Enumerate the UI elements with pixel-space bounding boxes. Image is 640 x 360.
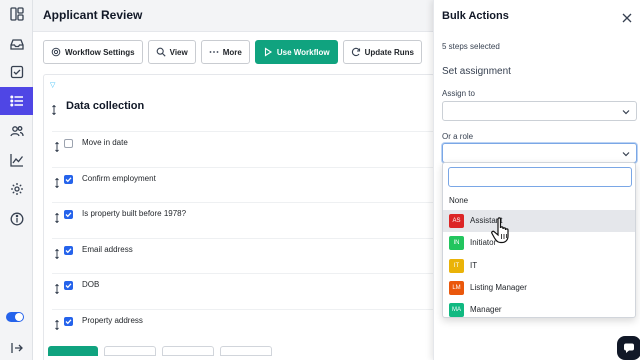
role-search-input[interactable] — [448, 167, 632, 187]
workflow-settings-label: Workflow Settings — [65, 47, 135, 57]
role-badge: MA — [449, 303, 464, 317]
chevron-down-icon — [622, 110, 630, 115]
role-option-none[interactable]: None — [449, 196, 468, 205]
view-label: View — [169, 47, 188, 57]
check-icon — [65, 177, 72, 183]
step-label: DOB — [82, 280, 100, 289]
role-dropdown-menu: None AS Assistant IN Initiator IT IT LM Listing… — [442, 162, 636, 318]
drag-handle-icon[interactable] — [54, 317, 60, 331]
step-row[interactable]: Email address — [52, 238, 435, 262]
panel-title: Bulk Actions — [442, 10, 509, 22]
step-row[interactable]: Confirm employment — [52, 167, 435, 191]
workflow-settings-button[interactable]: Workflow Settings — [43, 40, 143, 64]
role-select[interactable] — [442, 143, 637, 163]
bottom-button-3[interactable] — [162, 346, 214, 356]
step-checkbox[interactable] — [64, 317, 73, 326]
role-name: Listing Manager — [470, 283, 527, 292]
role-option[interactable]: IN Initiator — [443, 232, 635, 254]
bottom-button-4[interactable] — [220, 346, 272, 356]
check-icon — [65, 283, 72, 289]
role-badge: IN — [449, 236, 464, 250]
close-icon[interactable] — [622, 10, 632, 23]
workflow-toolbar: Workflow Settings View More Use Workflow… — [43, 40, 422, 66]
assign-to-select[interactable] — [442, 101, 637, 121]
role-badge: LM — [449, 281, 464, 295]
section-header: Data collection — [47, 96, 435, 118]
settings-gear-icon[interactable] — [0, 175, 33, 203]
page-header: Applicant Review — [33, 0, 433, 32]
collapse-caret-icon[interactable]: ▽ — [50, 81, 55, 89]
view-button[interactable]: View — [147, 40, 196, 64]
step-checkbox[interactable] — [64, 210, 73, 219]
more-label: More — [222, 47, 242, 57]
bottom-button-2[interactable] — [104, 346, 156, 356]
chat-icon — [624, 343, 634, 353]
drag-handle-icon[interactable] — [51, 102, 57, 116]
set-assignment-heading: Set assignment — [442, 66, 511, 77]
step-label: Property address — [82, 316, 143, 325]
check-icon — [65, 319, 72, 325]
drag-handle-icon[interactable] — [54, 175, 60, 189]
step-label: Move in date — [82, 138, 128, 147]
info-icon[interactable] — [0, 205, 33, 233]
drag-handle-icon[interactable] — [54, 246, 60, 260]
update-runs-button[interactable]: Update Runs — [342, 40, 422, 64]
step-row[interactable]: Move in date — [52, 131, 435, 155]
step-label: Is property built before 1978? — [82, 209, 187, 218]
chat-support-button[interactable] — [617, 336, 640, 360]
add-step-button[interactable] — [48, 346, 98, 356]
step-checkbox[interactable] — [64, 139, 73, 148]
more-button[interactable]: More — [200, 40, 250, 64]
update-runs-label: Update Runs — [364, 47, 414, 57]
check-icon — [65, 212, 72, 218]
assign-to-label: Assign to — [442, 89, 475, 98]
step-checkbox[interactable] — [64, 246, 73, 255]
role-name: IT — [470, 261, 478, 270]
use-workflow-button[interactable]: Use Workflow — [254, 40, 338, 64]
step-label: Email address — [82, 245, 133, 254]
step-row[interactable]: Property address — [52, 309, 435, 333]
users-icon[interactable] — [0, 117, 33, 145]
step-checkbox[interactable] — [64, 175, 73, 184]
bottom-toolbar — [48, 346, 272, 356]
inbox-icon[interactable] — [0, 30, 33, 58]
analytics-icon[interactable] — [0, 146, 33, 174]
section-title: Data collection — [66, 100, 145, 112]
drag-handle-icon[interactable] — [54, 139, 60, 153]
chevron-down-icon — [622, 152, 630, 157]
role-option[interactable]: AS Assistant — [443, 210, 635, 232]
collapse-sidebar-icon[interactable] — [0, 334, 33, 360]
role-name: Manager — [470, 305, 502, 314]
checklist-icon[interactable] — [0, 58, 33, 86]
use-workflow-label: Use Workflow — [276, 47, 330, 57]
step-row[interactable]: Is property built before 1978? — [52, 202, 435, 226]
drag-handle-icon[interactable] — [54, 281, 60, 295]
step-checkbox[interactable] — [64, 281, 73, 290]
step-label: Confirm employment — [82, 174, 156, 183]
drag-handle-icon[interactable] — [54, 210, 60, 224]
step-row[interactable]: DOB — [52, 273, 435, 297]
check-icon — [65, 248, 72, 254]
role-option[interactable]: MA Manager — [443, 299, 635, 317]
page-title: Applicant Review — [43, 8, 143, 22]
role-badge: IT — [449, 259, 464, 273]
theme-toggle[interactable] — [6, 312, 24, 322]
role-option[interactable]: LM Listing Manager — [443, 277, 635, 299]
hand-pointer-cursor-icon — [490, 216, 514, 244]
steps-selected-count: 5 steps selected — [442, 42, 500, 51]
role-option[interactable]: IT IT — [443, 255, 635, 277]
layout-icon[interactable] — [0, 0, 33, 28]
workflows-list-icon[interactable] — [0, 87, 33, 115]
left-sidebar — [0, 0, 33, 360]
role-badge: AS — [449, 214, 464, 228]
or-role-label: Or a role — [442, 132, 474, 141]
